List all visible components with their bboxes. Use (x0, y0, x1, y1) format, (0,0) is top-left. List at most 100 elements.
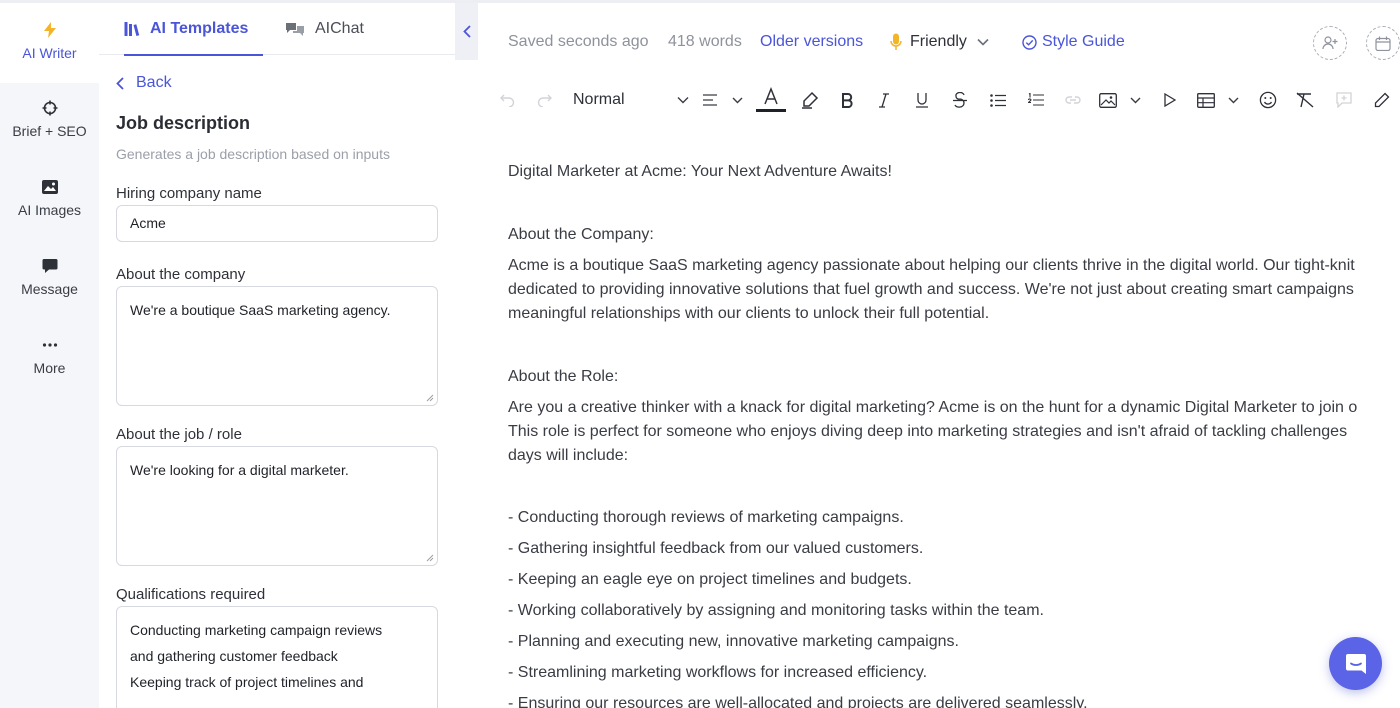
qualifications-line: Conducting marketing campaign reviews (130, 622, 383, 638)
redo-icon (537, 94, 552, 107)
role-paragraph-line: days will include: (508, 447, 629, 464)
italic-button[interactable] (873, 86, 895, 114)
emoji-icon (1259, 91, 1277, 109)
rail-item-brief-seo[interactable]: Brief + SEO (0, 99, 99, 139)
chevron-down-icon (1130, 97, 1141, 103)
tab-label: AI Templates (150, 20, 249, 37)
comment-button[interactable] (1333, 86, 1355, 114)
qualifications-line: Keeping track of project timelines and (130, 674, 364, 690)
role-heading: About the Role: (508, 368, 619, 385)
rail-item-message[interactable]: Message (0, 257, 99, 297)
bullet-item: - Keeping an eagle eye on project timeli… (508, 571, 912, 588)
style-guide-button[interactable]: Style Guide (1022, 33, 1125, 51)
schedule-button[interactable] (1366, 26, 1400, 60)
bold-icon (842, 92, 853, 108)
tab-aichat[interactable]: AIChat (285, 3, 385, 55)
bullet-item: - Gathering insightful feedback from our… (508, 540, 924, 557)
play-icon (1164, 93, 1176, 107)
tab-label: AIChat (315, 20, 364, 37)
bullet-item: - Conducting thorough reviews of marketi… (508, 509, 904, 526)
chat-widget-icon (1345, 653, 1366, 674)
lightning-icon (43, 21, 57, 39)
resize-handle-icon[interactable] (426, 554, 434, 562)
strikethrough-icon (953, 92, 967, 108)
collapse-panel-button[interactable] (455, 3, 478, 60)
align-left-icon (703, 94, 717, 106)
resize-handle-icon[interactable] (426, 394, 434, 402)
bullet-item: - Working collaboratively by assigning a… (508, 602, 1044, 619)
company-name-label: Hiring company name (116, 185, 262, 202)
about-job-textarea[interactable]: We're looking for a digital marketer. (116, 446, 438, 566)
chat-support-button[interactable] (1329, 637, 1382, 690)
pencil-icon (1374, 92, 1390, 108)
crosshair-icon (42, 99, 58, 117)
insert-table-dropdown[interactable] (1197, 86, 1239, 114)
rail-item-label: AI Writer (22, 45, 77, 61)
back-button[interactable]: Back (116, 74, 172, 92)
company-name-input[interactable]: Acme (116, 205, 438, 242)
ellipsis-icon (42, 336, 58, 354)
underline-icon (916, 93, 928, 108)
company-heading: About the Company: (508, 226, 654, 243)
clear-formatting-button[interactable] (1294, 86, 1316, 114)
link-icon (1065, 96, 1081, 104)
formatting-toolbar: Normal (495, 86, 1400, 114)
underline-button[interactable] (911, 86, 933, 114)
tone-label: Friendly (910, 33, 967, 50)
role-paragraph-line: This role is perfect for someone who enj… (508, 423, 1348, 440)
left-rail: AI Writer Brief + SEO AI Images Message … (0, 3, 99, 708)
chevron-down-icon (677, 97, 689, 104)
numbered-list-icon (1028, 93, 1044, 106)
align-dropdown[interactable] (703, 86, 743, 114)
company-paragraph-line: dedicated to providing innovative soluti… (508, 281, 1354, 298)
redo-button[interactable] (532, 86, 556, 114)
role-paragraph-line: Are you a creative thinker with a knack … (508, 399, 1358, 416)
books-icon (124, 21, 140, 37)
calendar-icon (1375, 36, 1391, 51)
rail-item-label: Message (21, 281, 78, 297)
back-label: Back (136, 74, 172, 91)
add-user-icon (1322, 36, 1338, 50)
qualifications-textarea[interactable]: Conducting marketing campaign reviews an… (116, 606, 438, 708)
undo-button[interactable] (495, 86, 519, 114)
rail-item-ai-images[interactable]: AI Images (0, 178, 99, 218)
bullet-list-icon (990, 93, 1006, 107)
numbered-list-button[interactable] (1025, 86, 1047, 114)
add-comment-icon (1336, 92, 1352, 108)
embed-media-button[interactable] (1159, 86, 1181, 114)
emoji-button[interactable] (1257, 86, 1279, 114)
about-job-value: We're looking for a digital marketer. (130, 462, 349, 478)
insert-image-dropdown[interactable] (1099, 86, 1141, 114)
undo-icon (499, 94, 514, 107)
bold-button[interactable] (836, 86, 858, 114)
chevron-down-icon (977, 38, 989, 46)
highlight-button[interactable] (798, 86, 822, 114)
add-collaborator-button[interactable] (1313, 26, 1347, 60)
rail-item-label: AI Images (17, 202, 82, 218)
save-status: Saved seconds ago (508, 33, 649, 50)
bullet-list-button[interactable] (987, 86, 1009, 114)
link-button[interactable] (1062, 86, 1084, 114)
older-versions-link[interactable]: Older versions (760, 33, 863, 51)
block-style-dropdown[interactable]: Normal (573, 86, 689, 114)
strikethrough-button[interactable] (949, 86, 971, 114)
rail-item-label: More (33, 360, 66, 376)
highlighter-icon (802, 91, 819, 109)
edit-pencil-button[interactable] (1371, 86, 1393, 114)
chevron-down-icon (1228, 97, 1239, 103)
bullet-item: - Planning and executing new, innovative… (508, 633, 959, 650)
italic-icon (879, 92, 889, 108)
rail-item-more[interactable]: More (0, 336, 99, 376)
bullet-item: - Streamlining marketing workflows for i… (508, 664, 928, 681)
about-company-textarea[interactable]: We're a boutique SaaS marketing agency. (116, 286, 438, 406)
panel-tabs: AI Templates AIChat (99, 3, 455, 56)
company-paragraph-line: Acme is a boutique SaaS marketing agency… (508, 257, 1355, 274)
tone-selector[interactable]: Friendly (890, 33, 989, 51)
template-form-panel: AI Templates AIChat Back Job description… (99, 3, 455, 708)
company-paragraph-line: meaningful relationships with our client… (508, 305, 990, 322)
rail-item-ai-writer[interactable]: AI Writer (0, 3, 99, 83)
check-circle-icon (1022, 34, 1037, 50)
tab-ai-templates[interactable]: AI Templates (124, 3, 263, 56)
qualifications-line: and gathering customer feedback (130, 648, 338, 664)
text-color-button[interactable] (756, 86, 786, 114)
